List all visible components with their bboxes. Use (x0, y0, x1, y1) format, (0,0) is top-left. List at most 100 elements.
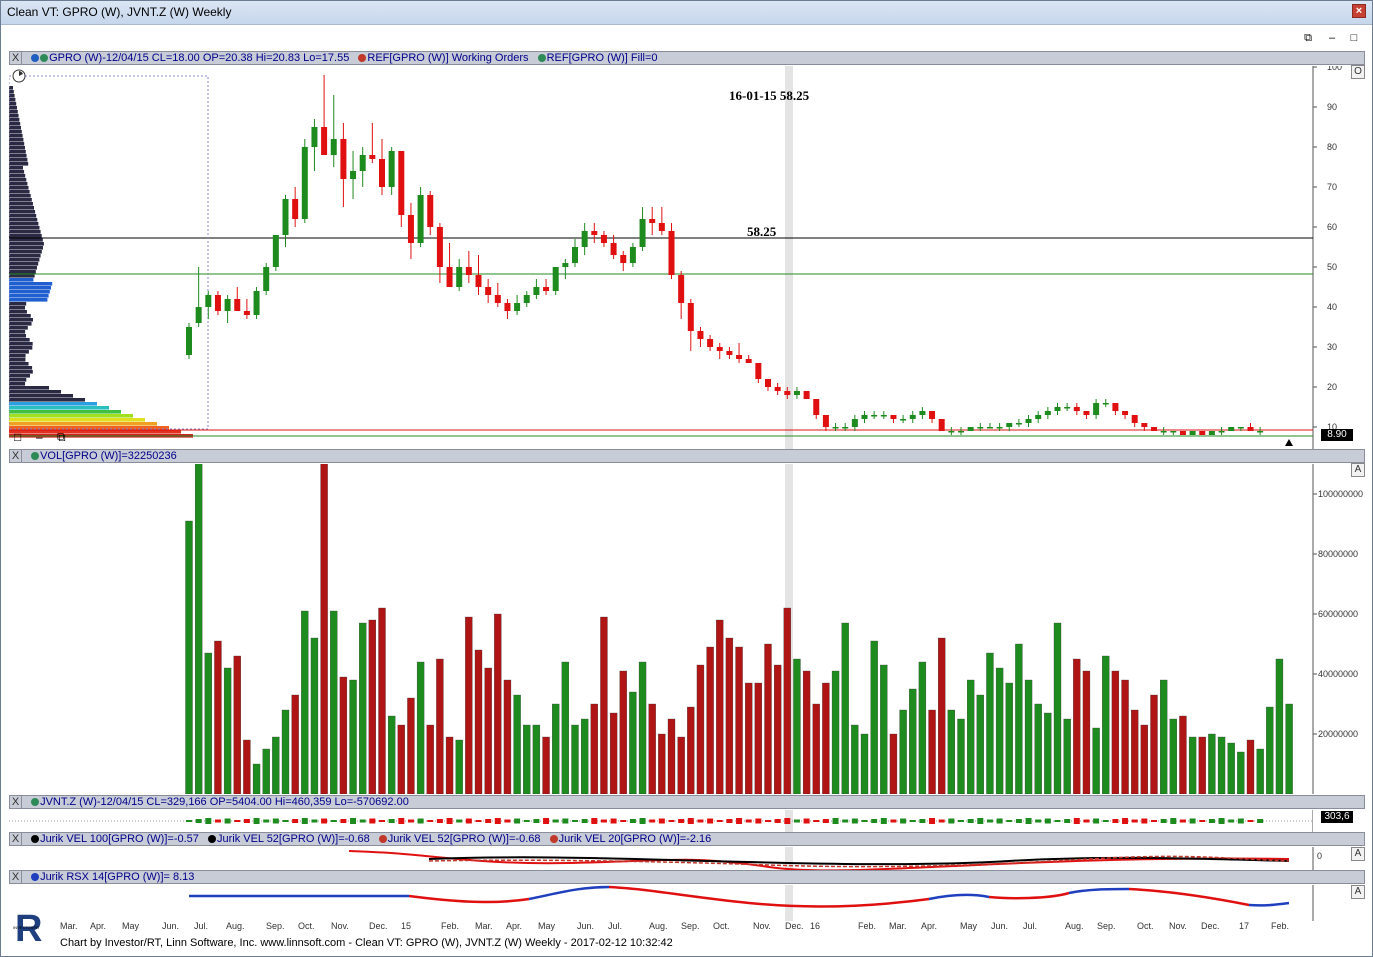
jurik-vel-close-button[interactable]: X (10, 833, 22, 845)
jurik-rsx-label[interactable]: Jurik RSX 14[GPRO (W)]= 8.13 (40, 871, 194, 883)
volume-bar (1188, 736, 1197, 794)
profile-bar (9, 262, 39, 266)
mdi-restore-button[interactable]: ⧉ (1301, 31, 1315, 45)
volume-bar (976, 694, 984, 794)
candle-body (967, 427, 974, 431)
volume-bar (754, 682, 762, 794)
jurik-rsx-scale-button[interactable]: A (1351, 885, 1365, 899)
jvnt-bar (282, 820, 289, 822)
volume-bar (880, 664, 888, 794)
candle-body (243, 311, 250, 315)
volume-bar (870, 640, 878, 794)
volume-bar (600, 616, 608, 794)
volume-bar (465, 616, 473, 794)
jvnt-panel-close-button[interactable]: X (10, 796, 22, 808)
price-scale-button[interactable]: O (1351, 65, 1365, 79)
jvnt-bar (861, 820, 868, 822)
rsx-line-segment (528, 885, 610, 901)
volume-bar (899, 709, 907, 794)
volume-bar (706, 646, 714, 794)
volume-bar (1015, 643, 1023, 794)
mdi-minimize-button[interactable]: – (1325, 31, 1339, 45)
candle-body (774, 387, 781, 391)
candle-body (272, 235, 279, 267)
volume-bar (1266, 706, 1274, 794)
jvnt-bar (253, 818, 260, 824)
x-axis-label: May (122, 921, 140, 931)
profile-bar (9, 134, 23, 138)
price-series-label[interactable]: GPRO (W)-12/04/15 CL=18.00 OP=20.38 Hi=2… (49, 52, 349, 64)
jvnt-series-label[interactable]: JVNT.Z (W)-12/04/15 CL=329,166 OP=5404.0… (40, 796, 409, 808)
jvnt-bar (1064, 819, 1071, 823)
volume-chart[interactable]: 100000000 80000000 60000000 40000000 2000000… (9, 464, 1365, 794)
profile-bar (9, 202, 33, 206)
candle-body (707, 339, 714, 347)
jvnt-bar (687, 818, 694, 824)
profile-bar (9, 102, 17, 106)
x-axis-label: Oct. (1137, 921, 1154, 931)
jurik-vel-scale-button[interactable]: A (1351, 847, 1365, 861)
window-title: Clean VT: GPRO (W), JVNT.Z (W) Weekly (7, 5, 232, 19)
candle-body (822, 415, 829, 427)
volume-bar (648, 703, 656, 794)
panel-restore-icon[interactable]: □ (14, 430, 21, 444)
candle-body (1179, 431, 1186, 435)
candle-body (465, 267, 472, 275)
candle-body (1208, 431, 1215, 435)
candle-body (948, 431, 955, 433)
window-close-button[interactable]: × (1352, 4, 1366, 18)
volume-series-label[interactable]: VOL[GPRO (W)]=32250236 (40, 450, 177, 462)
candle-body (1054, 407, 1061, 411)
candle-body (813, 399, 820, 415)
candle-body (1237, 427, 1244, 429)
volume-scale-button[interactable]: A (1351, 463, 1365, 477)
profile-bar (9, 430, 181, 434)
jvnt-bar (958, 820, 964, 822)
panel-minimize-icon[interactable]: – (36, 430, 43, 444)
candle-body (282, 199, 289, 235)
candle-body (379, 159, 385, 187)
candle-body (369, 155, 376, 159)
jvnt-chart[interactable] (9, 810, 1313, 832)
jvnt-bar (1237, 818, 1244, 824)
candle-body (1141, 423, 1148, 427)
profile-bar (9, 266, 37, 270)
x-axis-label: Aug. (649, 921, 668, 931)
volume-panel-close-button[interactable]: X (10, 450, 22, 462)
jurik-rsx-chart[interactable] (9, 885, 1365, 921)
mdi-close-button[interactable]: □ (1347, 31, 1361, 45)
price-chart[interactable]: 100908070605040302010 □ – ⧉ (9, 66, 1365, 449)
jvnt-bar (456, 819, 463, 823)
jurik-vel-20-label[interactable]: Jurik VEL 20[GPRO (W)]=-2.16 (559, 833, 712, 845)
jvnt-bar (1054, 820, 1061, 822)
price-panel-header: X GPRO (W)-12/04/15 CL=18.00 OP=20.38 Hi… (9, 51, 1365, 65)
candle-body (572, 247, 578, 263)
jvnt-bar (832, 818, 839, 824)
candle-body (793, 391, 800, 395)
x-axis-label: Oct. (298, 921, 315, 931)
price-panel-close-button[interactable]: X (10, 52, 22, 64)
jvnt-bar (600, 819, 607, 823)
fill-label[interactable]: REF[GPRO (W)] Fill=0 (547, 52, 658, 64)
profile-bar (9, 402, 97, 406)
profile-bar (9, 150, 26, 154)
volume-bar (947, 709, 955, 794)
jurik-vel-chart[interactable]: 0 (9, 847, 1365, 871)
profile-bar (9, 126, 21, 130)
jurik-vel-52b-label[interactable]: Jurik VEL 52[GPRO (W)]=-0.68 (388, 833, 541, 845)
volume-bar (918, 661, 927, 794)
profile-bar (9, 274, 35, 278)
working-orders-label[interactable]: REF[GPRO (W)] Working Orders (367, 52, 528, 64)
volume-bar (1285, 703, 1293, 794)
panel-maximize-icon[interactable]: ⧉ (57, 430, 66, 444)
profile-bar (9, 174, 26, 178)
profile-bar (9, 206, 34, 210)
date-price-annotation: 16-01-15 58.25 (729, 88, 810, 103)
candle-body (398, 151, 405, 215)
candle-body (958, 431, 964, 433)
candle-body (726, 351, 733, 355)
jurik-vel-100-label[interactable]: Jurik VEL 100[GPRO (W)]=-0.57 (40, 833, 199, 845)
jurik-vel-52-label[interactable]: Jurik VEL 52[GPRO (W)]=-0.68 (217, 833, 370, 845)
candle-body (986, 427, 993, 429)
jurik-rsx-close-button[interactable]: X (10, 871, 22, 883)
